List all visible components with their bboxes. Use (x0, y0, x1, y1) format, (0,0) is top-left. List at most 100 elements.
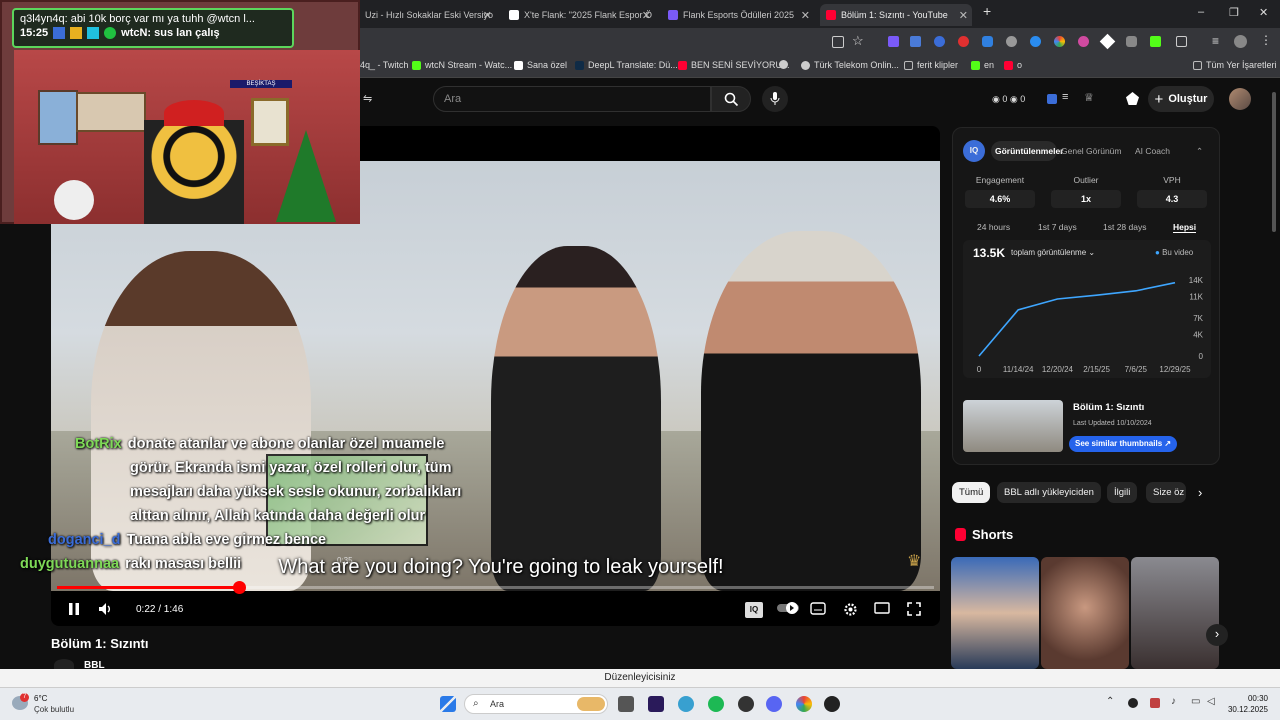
extension-icon[interactable] (1054, 36, 1065, 47)
chip-all[interactable]: Tümü (952, 482, 991, 503)
range-all[interactable]: Hepsi (1173, 222, 1197, 233)
record-extension-icon[interactable] (958, 36, 969, 47)
microphone-tray-icon[interactable]: ♪ (1171, 696, 1176, 707)
tab-youtube-active[interactable]: Bölüm 1: Sızıntı - YouTube ✕ (820, 4, 972, 26)
premiere-icon[interactable] (648, 696, 664, 712)
tab-ai-coach[interactable]: AI Coach (1135, 146, 1170, 156)
network-icon[interactable]: ▭ (1191, 696, 1200, 707)
fullscreen-button[interactable] (905, 602, 923, 618)
collapse-chevron-icon[interactable]: ⌃ (1196, 146, 1203, 157)
tray-app-icon[interactable] (1128, 698, 1138, 708)
crown-badge-icon (70, 27, 83, 39)
volume-tray-icon[interactable]: ◁ (1207, 696, 1215, 707)
tab-uzi[interactable]: Uzi - Hızlı Sokaklar Eski Versiyo ✕ (344, 4, 496, 26)
list-icon[interactable]: ≡ (1062, 91, 1068, 103)
clock-time[interactable]: 00:30 (1228, 694, 1268, 703)
tab-flank-x[interactable]: X'te Flank: "2025 Flank Espor Ö ✕ (503, 4, 655, 26)
tab-overview[interactable]: Genel Görünüm (1061, 146, 1121, 156)
windows-start-icon[interactable] (440, 696, 456, 712)
trophy-icon[interactable]: ♕ (1084, 91, 1094, 104)
tab-label: Bölüm 1: Sızıntı - YouTube (841, 10, 948, 20)
bookmark-item[interactable]: BEN SENİ SEVİYORU... (678, 60, 790, 70)
extension-icon[interactable] (1126, 36, 1137, 47)
tray-overflow-chevron-icon[interactable]: ⌃ (1106, 696, 1114, 707)
voice-search-button[interactable] (762, 86, 788, 112)
kick-extension-icon[interactable] (1150, 36, 1161, 47)
short-thumbnail[interactable] (1041, 557, 1129, 669)
close-tab-icon[interactable]: ✕ (483, 9, 492, 22)
bookmark-star-icon[interactable]: ☆ (852, 33, 864, 49)
page-scrollbar[interactable] (1272, 92, 1276, 232)
see-similar-thumbnails-button[interactable]: See similar thumbnails ↗ (1069, 436, 1178, 452)
chip-for-you[interactable]: Size öz (1146, 482, 1186, 503)
short-thumbnail[interactable] (951, 557, 1039, 669)
shorts-next-button[interactable]: › (1206, 624, 1228, 646)
iq-extension-icon[interactable] (1047, 94, 1057, 104)
chips-next-chevron-icon[interactable]: › (1198, 485, 1202, 500)
iq-player-button[interactable]: IQ (745, 602, 763, 618)
create-button[interactable]: + Oluştur (1148, 86, 1214, 112)
pause-button[interactable] (65, 602, 83, 618)
bookmark-folder[interactable]: ferit klipler (904, 60, 958, 70)
chip-related[interactable]: İlgili (1107, 482, 1138, 503)
maximize-button[interactable]: ❐ (1229, 6, 1239, 19)
bookmark-item[interactable]: en (971, 60, 994, 70)
extension-icon[interactable] (1078, 36, 1089, 47)
audio-extension-icon[interactable] (934, 36, 945, 47)
search-input[interactable]: Ara (433, 86, 711, 112)
volume-button[interactable] (97, 602, 115, 618)
spotify-icon[interactable] (708, 696, 724, 712)
search-button[interactable] (711, 86, 751, 112)
close-tab-icon[interactable]: ✕ (642, 9, 651, 22)
discord-icon[interactable] (766, 696, 782, 712)
chip-from-uploader[interactable]: BBL adlı yükleyiciden (997, 482, 1101, 503)
task-view-icon[interactable] (618, 696, 634, 712)
tab-flank-awards[interactable]: Flank Esports Ödülleri 2025 ✕ (662, 4, 814, 26)
profile-icon[interactable] (1234, 35, 1247, 48)
bookmark-item[interactable]: Sana özel (514, 60, 567, 70)
extension-icon[interactable] (982, 36, 993, 47)
obs-icon[interactable] (738, 696, 754, 712)
chrome-icon[interactable] (796, 696, 812, 712)
range-24h[interactable]: 24 hours (977, 222, 1010, 232)
progress-scrubber[interactable] (232, 581, 246, 594)
extensions-puzzle-icon[interactable] (1176, 36, 1187, 47)
minimize-button[interactable]: – (1198, 6, 1204, 18)
app-icon[interactable] (824, 696, 840, 712)
bookmark-item[interactable]: wtcN Stream - Watc... (412, 60, 512, 70)
filter-icon[interactable]: ⇋ (363, 92, 372, 105)
account-avatar[interactable] (1229, 88, 1251, 110)
extension-icon[interactable] (888, 36, 899, 47)
new-tab-button[interactable]: + (983, 3, 991, 19)
bookmark-item[interactable] (779, 60, 788, 69)
settings-button[interactable] (841, 602, 859, 618)
chat-text: rakı masası bellii (125, 556, 242, 572)
extension-icon[interactable] (1006, 36, 1017, 47)
all-bookmarks-folder[interactable]: Tüm Yer İşaretleri (1193, 60, 1277, 70)
extension-icon[interactable] (1099, 33, 1116, 50)
short-thumbnail[interactable] (1131, 557, 1219, 669)
bookmark-item[interactable]: 4q_ - Twitch (360, 60, 408, 70)
close-tab-icon[interactable]: ✕ (801, 9, 810, 22)
close-tab-icon[interactable]: ✕ (959, 9, 968, 22)
range-28d[interactable]: 1st 28 days (1103, 222, 1146, 232)
tray-app-icon[interactable] (1150, 698, 1160, 708)
reading-list-icon[interactable]: ≡ (1212, 34, 1219, 48)
translate-extension-icon[interactable] (910, 36, 921, 47)
install-app-icon[interactable] (832, 36, 844, 48)
bookmark-item[interactable]: o (1004, 60, 1022, 70)
autoplay-toggle[interactable] (777, 602, 799, 618)
browser-menu-icon[interactable]: ⋮ (1260, 33, 1272, 47)
extension-icon[interactable] (1030, 36, 1041, 47)
theater-mode-button[interactable] (873, 602, 891, 618)
taskbar-search[interactable]: ⌕ Ara (464, 694, 608, 714)
tab-views[interactable]: Görüntülenmeler (995, 146, 1063, 156)
app-icon[interactable] (678, 696, 694, 712)
bookmark-item[interactable]: DeepL Translate: Dü... (575, 60, 678, 70)
similar-thumbnail[interactable] (963, 400, 1063, 452)
range-7d[interactable]: 1st 7 days (1038, 222, 1077, 232)
captions-button[interactable] (809, 602, 827, 618)
close-window-button[interactable]: ✕ (1259, 6, 1268, 19)
clock-date[interactable]: 30.12.2025 (1220, 705, 1268, 714)
bookmark-item[interactable]: Türk Telekom Onlin... (801, 60, 899, 70)
